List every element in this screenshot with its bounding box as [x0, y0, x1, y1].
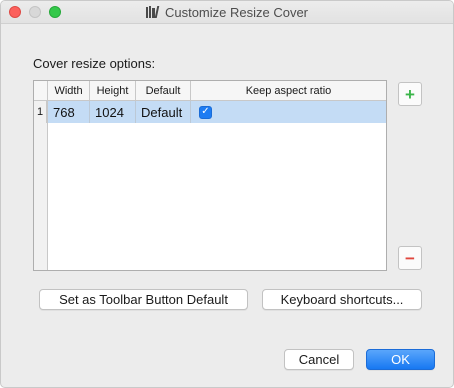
keep-aspect-ratio-cell: ✓ [191, 101, 386, 123]
plus-icon: + [405, 84, 415, 104]
dialog-window: Customize Resize Cover Cover resize opti… [0, 0, 454, 388]
column-header-keep-aspect-ratio[interactable]: Keep aspect ratio [191, 81, 386, 100]
column-header-width[interactable]: Width [48, 81, 90, 100]
set-toolbar-default-button[interactable]: Set as Toolbar Button Default [39, 289, 248, 310]
ok-button[interactable]: OK [366, 349, 435, 370]
section-label: Cover resize options: [33, 56, 156, 71]
cancel-button[interactable]: Cancel [284, 349, 354, 370]
column-header-default[interactable]: Default [136, 81, 191, 100]
table-header-row: Width Height Default Keep aspect ratio [34, 81, 386, 101]
window-title: Customize Resize Cover [164, 4, 309, 20]
cover-resize-table[interactable]: Width Height Default Keep aspect ratio 1… [33, 80, 387, 271]
row-number: 1 [34, 101, 47, 123]
window-title-area: Customize Resize Cover [1, 1, 453, 23]
minus-icon: − [405, 248, 415, 268]
corner-header-cell [34, 81, 48, 100]
keep-aspect-ratio-checkbox[interactable]: ✓ [199, 105, 212, 119]
checkmark-icon: ✓ [201, 106, 210, 117]
height-cell[interactable]: 1024 [90, 101, 136, 123]
keyboard-shortcuts-button[interactable]: Keyboard shortcuts... [262, 289, 422, 310]
column-header-height[interactable]: Height [90, 81, 136, 100]
title-bar[interactable]: Customize Resize Cover [1, 1, 453, 24]
width-cell[interactable]: 768 [48, 101, 90, 123]
books-icon [145, 6, 160, 18]
add-row-button[interactable]: + [398, 82, 422, 106]
remove-row-button[interactable]: − [398, 246, 422, 270]
table-row[interactable]: 1 768 1024 Default ✓ [34, 101, 386, 123]
default-cell[interactable]: Default [136, 101, 191, 123]
